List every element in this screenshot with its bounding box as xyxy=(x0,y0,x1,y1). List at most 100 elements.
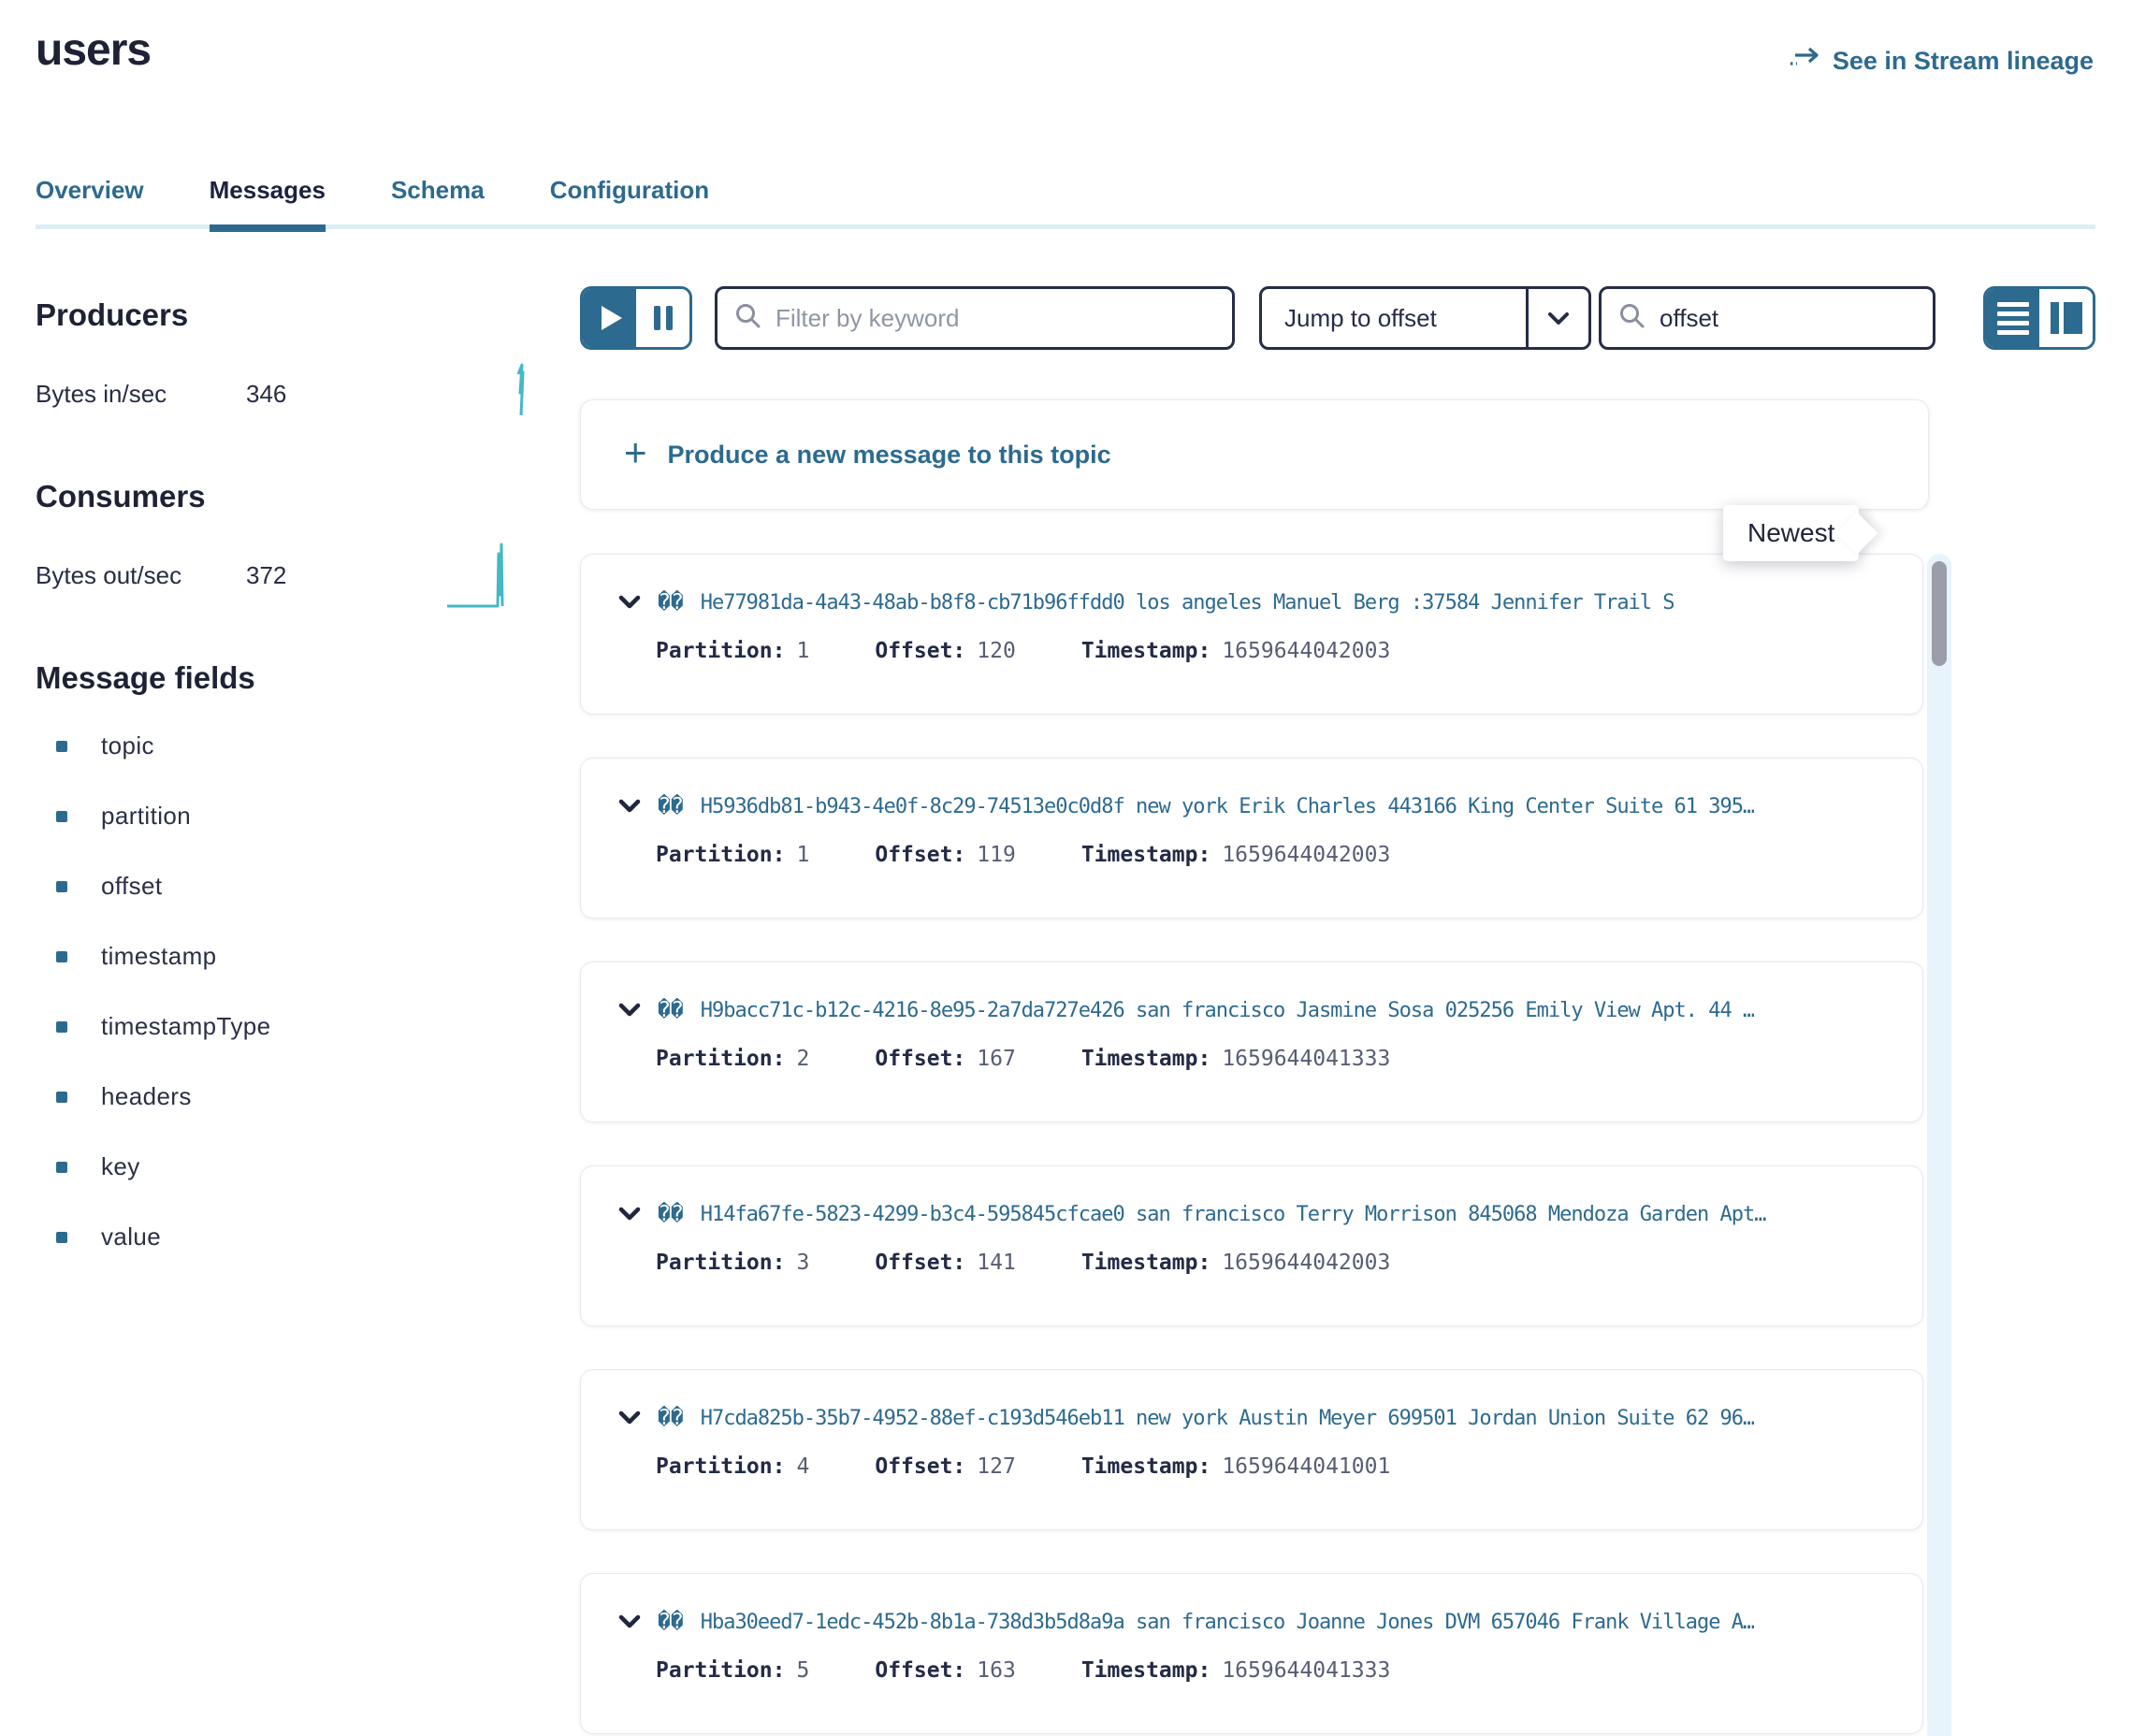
view-mode-toggle xyxy=(1983,286,2095,350)
topic-tabs: Overview Messages Schema Configuration xyxy=(36,176,2095,229)
producers-sparkline xyxy=(492,359,531,429)
message-summary: H9bacc71c-b12c-4216-8e95-2a7da727e426 sa… xyxy=(701,999,1755,1022)
produce-message-button[interactable]: + Produce a new message to this topic xyxy=(580,399,1929,510)
tabs-underline-track xyxy=(36,224,2095,229)
key-replacement-glyph: �� xyxy=(658,1610,684,1634)
message-summary: He77981da-4a43-48ab-b8f8-cb71b96ffdd0 lo… xyxy=(701,591,1674,615)
tab-schema[interactable]: Schema xyxy=(391,176,485,229)
play-pause-toggle xyxy=(580,286,692,350)
expand-chevron-icon[interactable] xyxy=(618,799,641,814)
offset-value: 141 xyxy=(977,1251,1016,1275)
key-replacement-glyph: �� xyxy=(658,590,684,615)
partition-label: Partition: xyxy=(656,843,785,867)
message-row[interactable]: �� He77981da-4a43-48ab-b8f8-cb71b96ffdd0… xyxy=(580,554,1923,715)
list-view-icon xyxy=(1997,302,2029,335)
consumers-metric-row: Bytes out/sec 372 xyxy=(36,542,531,608)
pause-button[interactable] xyxy=(636,289,689,347)
tab-overview[interactable]: Overview xyxy=(36,176,144,229)
timestamp-label: Timestamp: xyxy=(1081,843,1210,867)
field-item-value[interactable]: value xyxy=(56,1222,531,1251)
produce-message-label: Produce a new message to this topic xyxy=(668,441,1111,470)
expand-chevron-icon[interactable] xyxy=(618,1410,641,1425)
list-view-button[interactable] xyxy=(1986,289,2039,347)
tab-configuration[interactable]: Configuration xyxy=(550,176,709,229)
newest-tooltip-label: Newest xyxy=(1747,518,1834,547)
message-row[interactable]: �� H7cda825b-35b7-4952-88ef-c193d546eb11… xyxy=(580,1369,1923,1530)
bullet-icon xyxy=(56,741,67,752)
partition-value: 1 xyxy=(796,639,809,663)
timestamp-value: 1659644042003 xyxy=(1222,639,1390,663)
field-item-partition[interactable]: partition xyxy=(56,802,531,831)
offset-label: Offset: xyxy=(875,639,965,663)
field-item-key[interactable]: key xyxy=(56,1152,531,1181)
producers-metric-row: Bytes in/sec 346 xyxy=(36,361,531,427)
message-list-scrollbar-track[interactable] xyxy=(1927,554,1951,1736)
offset-value: 127 xyxy=(977,1454,1016,1479)
stream-lineage-arrow-icon xyxy=(1790,45,1821,78)
column-view-button[interactable] xyxy=(2039,289,2093,347)
see-in-stream-lineage-link[interactable]: See in Stream lineage xyxy=(1790,45,2094,78)
jump-to-offset-select[interactable]: Jump to offset xyxy=(1259,286,1591,350)
timestamp-label: Timestamp: xyxy=(1081,1047,1210,1071)
field-item-topic[interactable]: topic xyxy=(56,731,531,760)
message-row[interactable]: �� H9bacc71c-b12c-4216-8e95-2a7da727e426… xyxy=(580,962,1923,1122)
timestamp-label: Timestamp: xyxy=(1081,1251,1210,1275)
field-item-headers[interactable]: headers xyxy=(56,1082,531,1111)
bytes-in-label: Bytes in/sec xyxy=(36,380,246,409)
offset-search-input[interactable] xyxy=(1660,304,1916,333)
message-row[interactable]: �� H5936db81-b943-4e0f-8c29-74513e0c0d8f… xyxy=(580,758,1923,919)
expand-chevron-icon[interactable] xyxy=(618,1614,641,1629)
bullet-icon xyxy=(56,1162,67,1173)
sidebar: Producers Bytes in/sec 346 Consumers Byt… xyxy=(36,297,531,1293)
offset-value: 119 xyxy=(977,843,1016,867)
partition-value: 2 xyxy=(796,1047,809,1071)
partition-label: Partition: xyxy=(656,1251,785,1275)
key-replacement-glyph: �� xyxy=(658,1202,684,1226)
timestamp-label: Timestamp: xyxy=(1081,1658,1210,1683)
bullet-icon xyxy=(56,1092,67,1103)
field-item-offset[interactable]: offset xyxy=(56,872,531,901)
offset-label: Offset: xyxy=(875,1251,965,1275)
search-icon xyxy=(734,302,762,335)
lineage-link-label: See in Stream lineage xyxy=(1833,47,2094,76)
key-replacement-glyph: �� xyxy=(658,794,684,818)
timestamp-label: Timestamp: xyxy=(1081,639,1210,663)
producers-heading: Producers xyxy=(36,297,531,333)
timestamp-value: 1659644041001 xyxy=(1222,1454,1390,1479)
bytes-in-value: 346 xyxy=(246,380,286,409)
message-summary: H5936db81-b943-4e0f-8c29-74513e0c0d8f ne… xyxy=(701,795,1755,818)
offset-search xyxy=(1599,286,1935,350)
field-item-timestampType[interactable]: timestampType xyxy=(56,1012,531,1041)
timestamp-value: 1659644041333 xyxy=(1222,1658,1390,1683)
page-title: users xyxy=(36,24,151,76)
play-button[interactable] xyxy=(583,289,636,347)
filter-keyword-input[interactable] xyxy=(776,304,1215,333)
bullet-icon xyxy=(56,1232,67,1243)
bullet-icon xyxy=(56,1021,67,1033)
offset-label: Offset: xyxy=(875,1454,965,1479)
timestamp-value: 1659644042003 xyxy=(1222,843,1390,867)
partition-value: 3 xyxy=(796,1251,809,1275)
column-view-icon xyxy=(2051,302,2082,334)
tab-messages[interactable]: Messages xyxy=(210,176,326,229)
message-summary: Hba30eed7-1edc-452b-8b1a-738d3b5d8a9a sa… xyxy=(701,1611,1755,1634)
expand-chevron-icon[interactable] xyxy=(618,595,641,610)
partition-label: Partition: xyxy=(656,1658,785,1683)
message-row[interactable]: �� Hba30eed7-1edc-452b-8b1a-738d3b5d8a9a… xyxy=(580,1573,1923,1734)
message-list: �� He77981da-4a43-48ab-b8f8-cb71b96ffdd0… xyxy=(580,554,2095,1734)
partition-label: Partition: xyxy=(656,1047,785,1071)
bullet-icon xyxy=(56,951,67,962)
offset-value: 120 xyxy=(977,639,1016,663)
field-item-timestamp[interactable]: timestamp xyxy=(56,942,531,971)
offset-label: Offset: xyxy=(875,1658,965,1683)
expand-chevron-icon[interactable] xyxy=(618,1207,641,1222)
keyword-filter xyxy=(715,286,1235,350)
expand-chevron-icon[interactable] xyxy=(618,1003,641,1018)
play-icon xyxy=(602,306,622,330)
timestamp-value: 1659644041333 xyxy=(1222,1047,1390,1071)
message-summary: H7cda825b-35b7-4952-88ef-c193d546eb11 ne… xyxy=(701,1407,1755,1430)
offset-label: Offset: xyxy=(875,1047,965,1071)
message-row[interactable]: �� H14fa67fe-5823-4299-b3c4-595845cfcae0… xyxy=(580,1165,1923,1326)
message-list-scrollbar-thumb[interactable] xyxy=(1932,561,1947,666)
bytes-out-value: 372 xyxy=(246,561,286,590)
